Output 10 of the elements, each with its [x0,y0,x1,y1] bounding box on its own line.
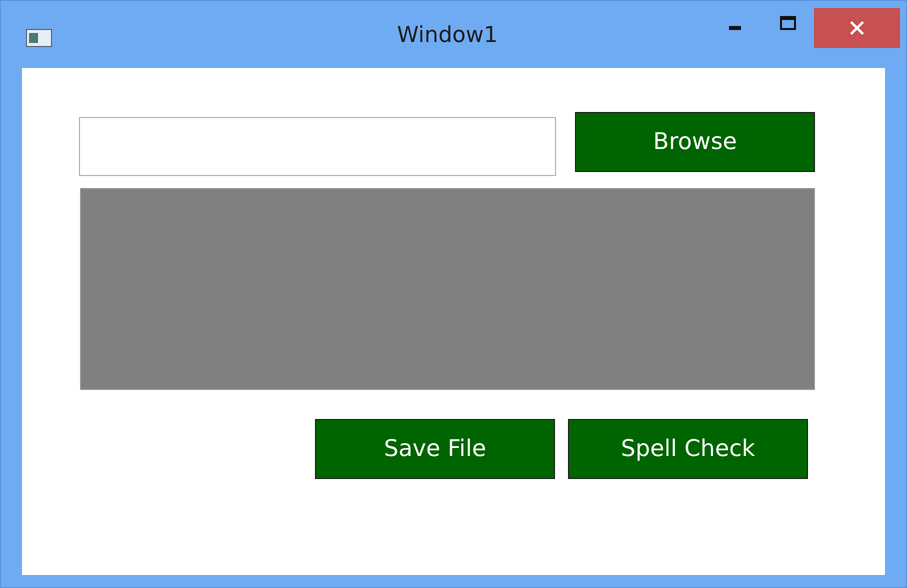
window-title: Window1 [397,23,498,48]
action-button[interactable]: Save File [315,419,555,479]
maximize-icon [780,16,796,30]
action-button[interactable]: Spell Check [568,419,808,479]
close-icon [850,21,864,35]
minimize-icon [728,26,740,30]
browse-button[interactable]: Browse [575,112,815,172]
file-path-field[interactable] [79,117,556,176]
close-button[interactable] [814,8,900,48]
app-icon [26,29,52,47]
